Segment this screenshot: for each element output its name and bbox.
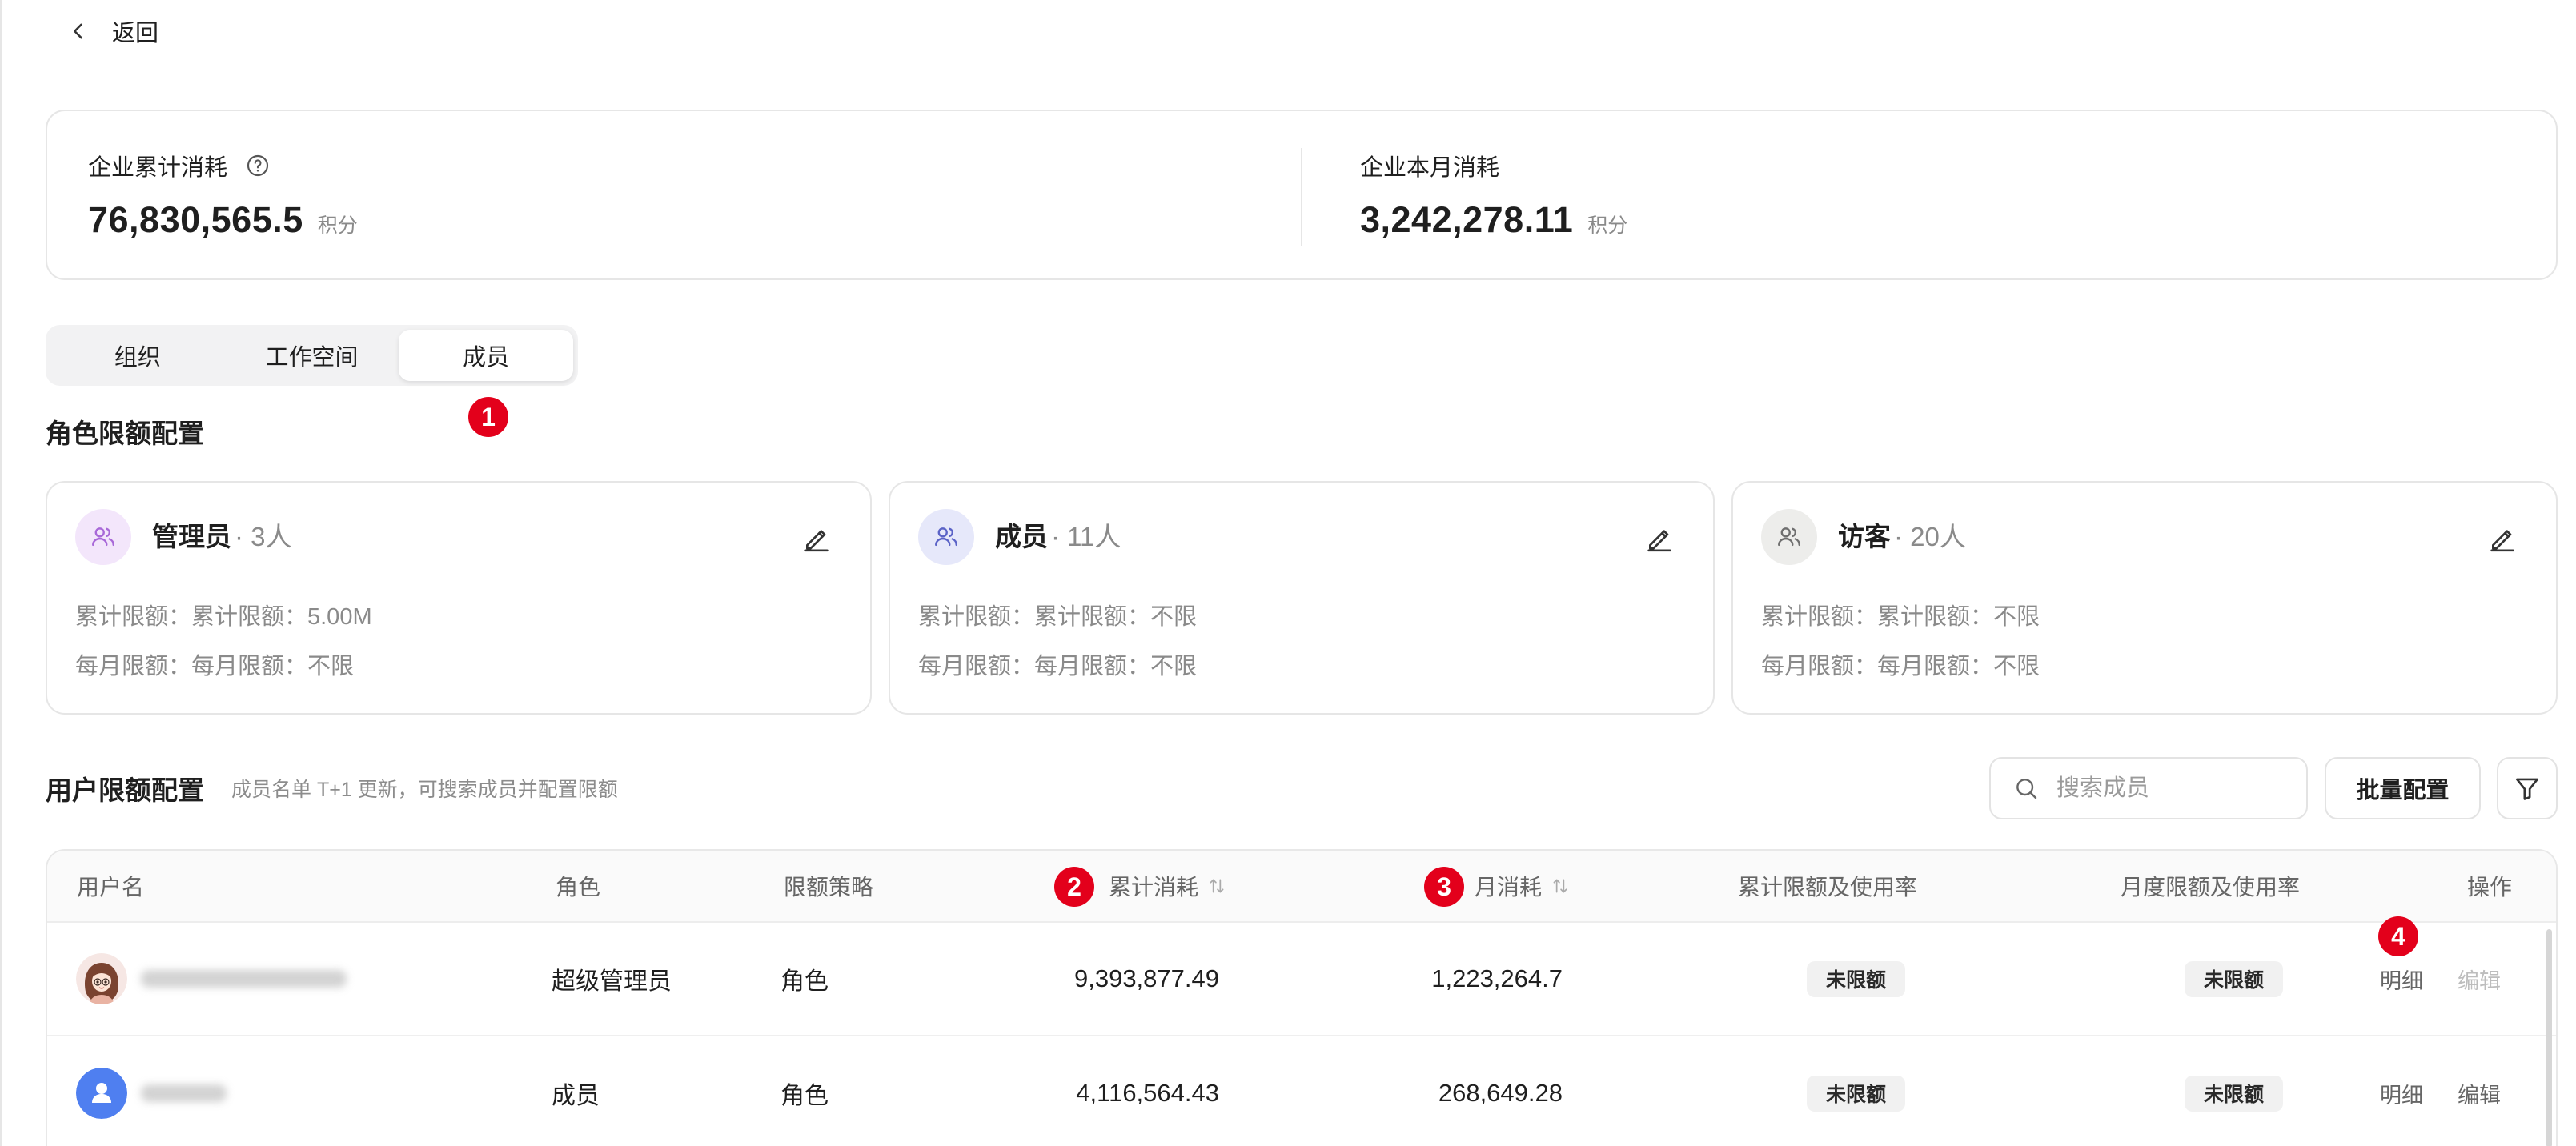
total-consumption-value: 76,830,565.5 — [88, 199, 303, 240]
back-label: 返回 — [112, 21, 159, 46]
role-count: · 11人 — [1051, 522, 1121, 551]
role-name: 成员 — [995, 522, 1048, 551]
table-scrollbar[interactable] — [2546, 929, 2552, 1146]
tab-organization[interactable]: 组织 — [50, 330, 225, 381]
edit-role-button[interactable] — [800, 521, 833, 555]
annotation-badge-3: 3 — [1424, 867, 1464, 907]
cell-monthly-usage: 268,649.28 — [1438, 1079, 1563, 1107]
role-name: 访客 — [1838, 522, 1891, 551]
pencil-icon — [804, 530, 829, 552]
monthly-consumption-value: 3,242,278.11 — [1360, 199, 1574, 240]
view-switcher: 组织 工作空间 成员 — [46, 325, 578, 386]
role-count: · 20人 — [1894, 522, 1966, 551]
cell-role: 成员 — [552, 1083, 600, 1109]
column-header-role: 角色 — [556, 875, 601, 900]
cell-total-usage: 4,116,564.43 — [1076, 1079, 1219, 1107]
users-icon — [75, 509, 131, 565]
window-edge — [0, 0, 2, 1146]
monthly-consumption-unit: 积分 — [1587, 214, 1628, 237]
help-circle-icon[interactable] — [245, 153, 271, 178]
column-header-monthly-usage-label: 月消耗 — [1474, 875, 1542, 900]
role-monthly-limit: 每月限额：每月限额：不限 — [75, 654, 355, 679]
annotation-badge-4: 4 — [2378, 916, 2418, 956]
tab-members[interactable]: 成员 — [399, 330, 574, 381]
monthly-limit-badge: 未限额 — [2185, 1075, 2284, 1112]
role-count: · 3人 — [235, 522, 292, 551]
total-limit-badge: 未限额 — [1807, 960, 1906, 997]
username-blurred — [141, 970, 347, 988]
column-header-username: 用户名 — [77, 875, 145, 900]
detail-link[interactable]: 明细 — [2380, 964, 2423, 995]
search-icon — [2016, 779, 2037, 799]
column-header-policy: 限额策略 — [784, 875, 874, 900]
detail-link[interactable]: 明细 — [2380, 1078, 2423, 1109]
monthly-limit-badge: 未限额 — [2185, 960, 2284, 997]
member-search[interactable] — [1989, 757, 2308, 819]
edit-role-button[interactable] — [2486, 521, 2519, 555]
role-monthly-limit: 每月限额：每月限额：不限 — [1761, 654, 2040, 679]
consumption-summary-card: 企业累计消耗 76,830,565.5 积分 企业本月消耗 3,242,278.… — [46, 110, 2558, 280]
back-button[interactable]: 返回 — [67, 14, 158, 48]
pencil-icon — [2490, 530, 2514, 552]
column-header-monthly-limit: 月度限额及使用率 — [2121, 875, 2301, 900]
cell-monthly-usage: 1,223,264.7 — [1431, 964, 1563, 992]
tab-workspace[interactable]: 工作空间 — [225, 330, 399, 381]
batch-config-button[interactable]: 批量配置 — [2325, 757, 2481, 819]
total-consumption-unit: 积分 — [317, 214, 358, 237]
annotation-badge-1: 1 — [468, 397, 508, 437]
pencil-icon — [1647, 530, 1671, 552]
chevron-left-icon — [74, 23, 82, 39]
edit-link[interactable]: 编辑 — [2458, 1078, 2501, 1109]
role-name: 管理员 — [152, 522, 231, 551]
column-header-monthly-usage[interactable]: 月消耗 — [1475, 851, 1571, 921]
role-total-limit: 累计限额：累计限额：不限 — [1761, 604, 2040, 630]
edit-link: 编辑 — [2458, 968, 2501, 993]
table-row: 超级管理员 角色 9,393,877.49 1,223,264.7 未限额 未限… — [47, 923, 2556, 1036]
role-card-guest: 访客 · 20人 累计限额：累计限额：不限 每月限额：每月限额：不限 — [1731, 481, 2558, 715]
monthly-consumption-label: 企业本月消耗 — [1360, 155, 1500, 181]
filter-icon — [2515, 778, 2539, 800]
filter-button[interactable] — [2497, 757, 2558, 819]
default-user-avatar-icon — [76, 1068, 127, 1119]
total-consumption-label: 企业累计消耗 — [88, 155, 228, 181]
user-quota-header: 用户限额配置 成员名单 T+1 更新，可搜索成员并配置限额 — [46, 770, 618, 807]
role-card-admin: 管理员 · 3人 累计限额：累计限额：5.00M 每月限额：每月限额：不限 — [46, 481, 872, 715]
cell-policy: 角色 — [780, 1083, 829, 1109]
column-header-total-usage[interactable]: 累计消耗 — [1109, 851, 1227, 921]
role-quota-title: 角色限额配置 — [46, 419, 204, 448]
search-input[interactable] — [2055, 774, 2298, 803]
sort-arrows-icon[interactable] — [1550, 876, 1571, 896]
total-limit-badge: 未限额 — [1807, 1075, 1906, 1112]
column-header-total-limit: 累计限额及使用率 — [1738, 875, 1918, 900]
user-quota-title: 用户限额配置 — [46, 775, 204, 805]
user-quota-table: 用户名 角色 限额策略 累计消耗 月消耗 累计限额及使用率 月度限额及使用率 操… — [46, 849, 2558, 1146]
table-header: 用户名 角色 限额策略 累计消耗 月消耗 累计限额及使用率 月度限额及使用率 操… — [47, 851, 2556, 923]
role-total-limit: 累计限额：累计限额：不限 — [918, 604, 1198, 630]
summary-divider — [1301, 148, 1302, 246]
user-quota-subtitle: 成员名单 T+1 更新，可搜索成员并配置限额 — [231, 779, 618, 801]
cartoon-avatar-icon — [76, 953, 127, 1004]
annotation-badge-2: 2 — [1054, 867, 1094, 907]
role-card-member: 成员 · 11人 累计限额：累计限额：不限 每月限额：每月限额：不限 — [889, 481, 1715, 715]
role-monthly-limit: 每月限额：每月限额：不限 — [918, 654, 1198, 679]
users-icon — [1761, 509, 1817, 565]
column-header-total-usage-label: 累计消耗 — [1108, 875, 1198, 900]
role-total-limit: 累计限额：累计限额：5.00M — [75, 604, 372, 630]
cell-role: 超级管理员 — [552, 968, 672, 995]
username-blurred — [141, 1084, 227, 1102]
users-icon — [918, 509, 974, 565]
edit-role-button[interactable] — [1643, 521, 1676, 555]
cell-policy: 角色 — [780, 968, 829, 995]
column-header-actions: 操作 — [2466, 875, 2512, 900]
sort-arrows-icon[interactable] — [1206, 876, 1227, 896]
cell-total-usage: 9,393,877.49 — [1073, 964, 1219, 992]
table-row: 成员 角色 4,116,564.43 268,649.28 未限额 未限额 明细… — [47, 1036, 2556, 1146]
